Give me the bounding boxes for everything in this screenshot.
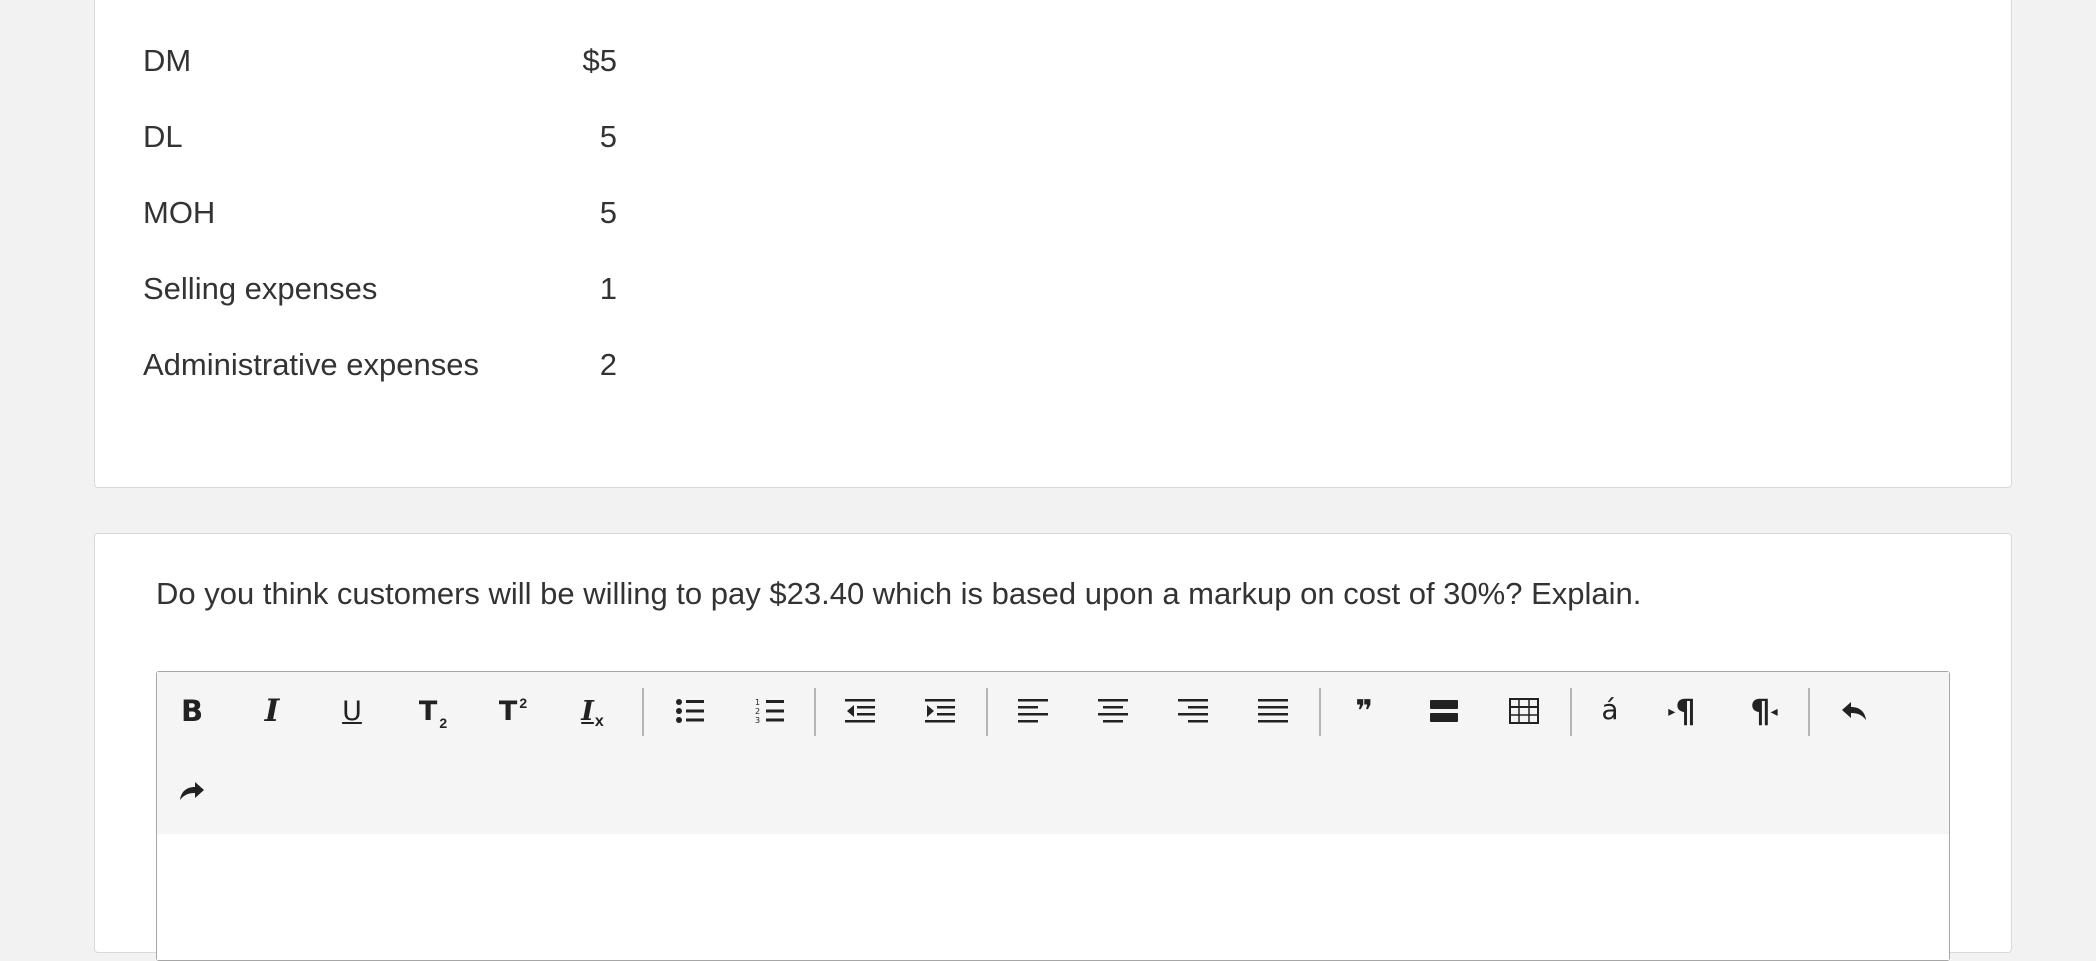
cost-label: MOH — [143, 195, 216, 230]
toolbar-separator — [814, 688, 816, 736]
question-text: Do you think customers will be willing t… — [156, 576, 1642, 611]
ltr-paragraph-icon: ▸ ¶ — [1668, 692, 1696, 730]
bold-icon: B — [180, 693, 204, 728]
superscript-button[interactable]: T2 — [487, 686, 537, 736]
align-center-button[interactable] — [1088, 686, 1138, 736]
editor-text-area[interactable] — [157, 834, 1949, 960]
special-character-icon: á — [1601, 692, 1619, 726]
svg-text:3: 3 — [755, 716, 760, 725]
align-left-button[interactable] — [1008, 686, 1058, 736]
italic-icon: I — [264, 692, 280, 729]
cost-label: Administrative expenses — [143, 347, 479, 382]
subscript-button[interactable]: T2 — [407, 686, 457, 736]
cost-label: Selling expenses — [143, 271, 378, 306]
italic-button[interactable]: I — [247, 686, 297, 736]
outdent-icon — [845, 699, 875, 723]
svg-text:1: 1 — [755, 698, 760, 707]
cost-value: 5 — [599, 195, 617, 230]
redo-button[interactable] — [167, 766, 217, 816]
bold-button[interactable]: B — [167, 686, 217, 736]
remove-format-button[interactable]: Ix — [567, 686, 617, 736]
remove-format-icon: Ix — [581, 695, 604, 730]
quote-icon: ❞ — [1355, 693, 1373, 729]
justify-icon — [1258, 699, 1288, 723]
rich-text-editor[interactable]: B I U T2 T2 Ix 1 2 3 ❞ á ▸ ¶ ¶ ◂ — [156, 671, 1950, 961]
cost-label: DM — [143, 43, 192, 78]
bulleted-list-icon — [676, 699, 704, 723]
toolbar-separator — [1319, 688, 1321, 736]
blockquote-button[interactable]: ❞ — [1339, 686, 1389, 736]
cost-value: 5 — [599, 119, 617, 154]
increase-indent-button[interactable] — [915, 686, 965, 736]
undo-button[interactable] — [1829, 686, 1879, 736]
toolbar-separator — [1570, 688, 1572, 736]
table-icon — [1509, 698, 1539, 724]
align-center-icon — [1098, 699, 1128, 723]
cost-card: DM $5 DL 5 MOH 5 Selling expenses 1 Admi… — [94, 0, 2012, 488]
editor-toolbar: B I U T2 T2 Ix 1 2 3 ❞ á ▸ ¶ ¶ ◂ — [157, 672, 1949, 835]
undo-icon — [1842, 702, 1866, 720]
toolbar-separator — [1808, 688, 1810, 736]
align-left-icon — [1018, 699, 1048, 723]
cost-value: 2 — [599, 347, 617, 382]
special-character-button[interactable]: á — [1585, 684, 1635, 734]
rtl-paragraph-icon: ¶ ◂ — [1750, 692, 1778, 730]
underline-icon: U — [342, 695, 362, 727]
cost-row: DL 5 — [143, 117, 617, 157]
rtl-direction-button[interactable]: ¶ ◂ — [1739, 686, 1789, 736]
redo-icon — [180, 782, 204, 800]
cost-row: Selling expenses 1 — [143, 269, 617, 309]
cost-value: $5 — [582, 43, 617, 78]
horizontal-line-button[interactable] — [1419, 686, 1469, 736]
superscript-icon: T2 — [498, 694, 528, 727]
align-right-icon — [1178, 699, 1208, 723]
justify-button[interactable] — [1248, 686, 1298, 736]
cost-row: MOH 5 — [143, 193, 617, 233]
cost-row: Administrative expenses 2 — [143, 345, 617, 385]
subscript-icon: T2 — [418, 695, 448, 731]
toolbar-separator — [986, 688, 988, 736]
align-right-button[interactable] — [1168, 686, 1218, 736]
indent-icon — [925, 699, 955, 723]
question-card: Do you think customers will be willing t… — [94, 533, 2012, 961]
cost-label: DL — [143, 119, 183, 154]
underline-button[interactable]: U — [327, 686, 377, 736]
cost-value: 1 — [599, 271, 617, 306]
table-button[interactable] — [1499, 686, 1549, 736]
numbered-list-icon: 1 2 3 — [755, 698, 784, 725]
decrease-indent-button[interactable] — [835, 686, 885, 736]
horizontal-line-icon — [1430, 700, 1458, 722]
svg-text:2: 2 — [755, 707, 760, 716]
cost-row: DM $5 — [143, 41, 617, 81]
ltr-direction-button[interactable]: ▸ ¶ — [1657, 686, 1707, 736]
toolbar-separator — [642, 688, 644, 736]
bulleted-list-button[interactable] — [665, 686, 715, 736]
numbered-list-button[interactable]: 1 2 3 — [745, 686, 795, 736]
